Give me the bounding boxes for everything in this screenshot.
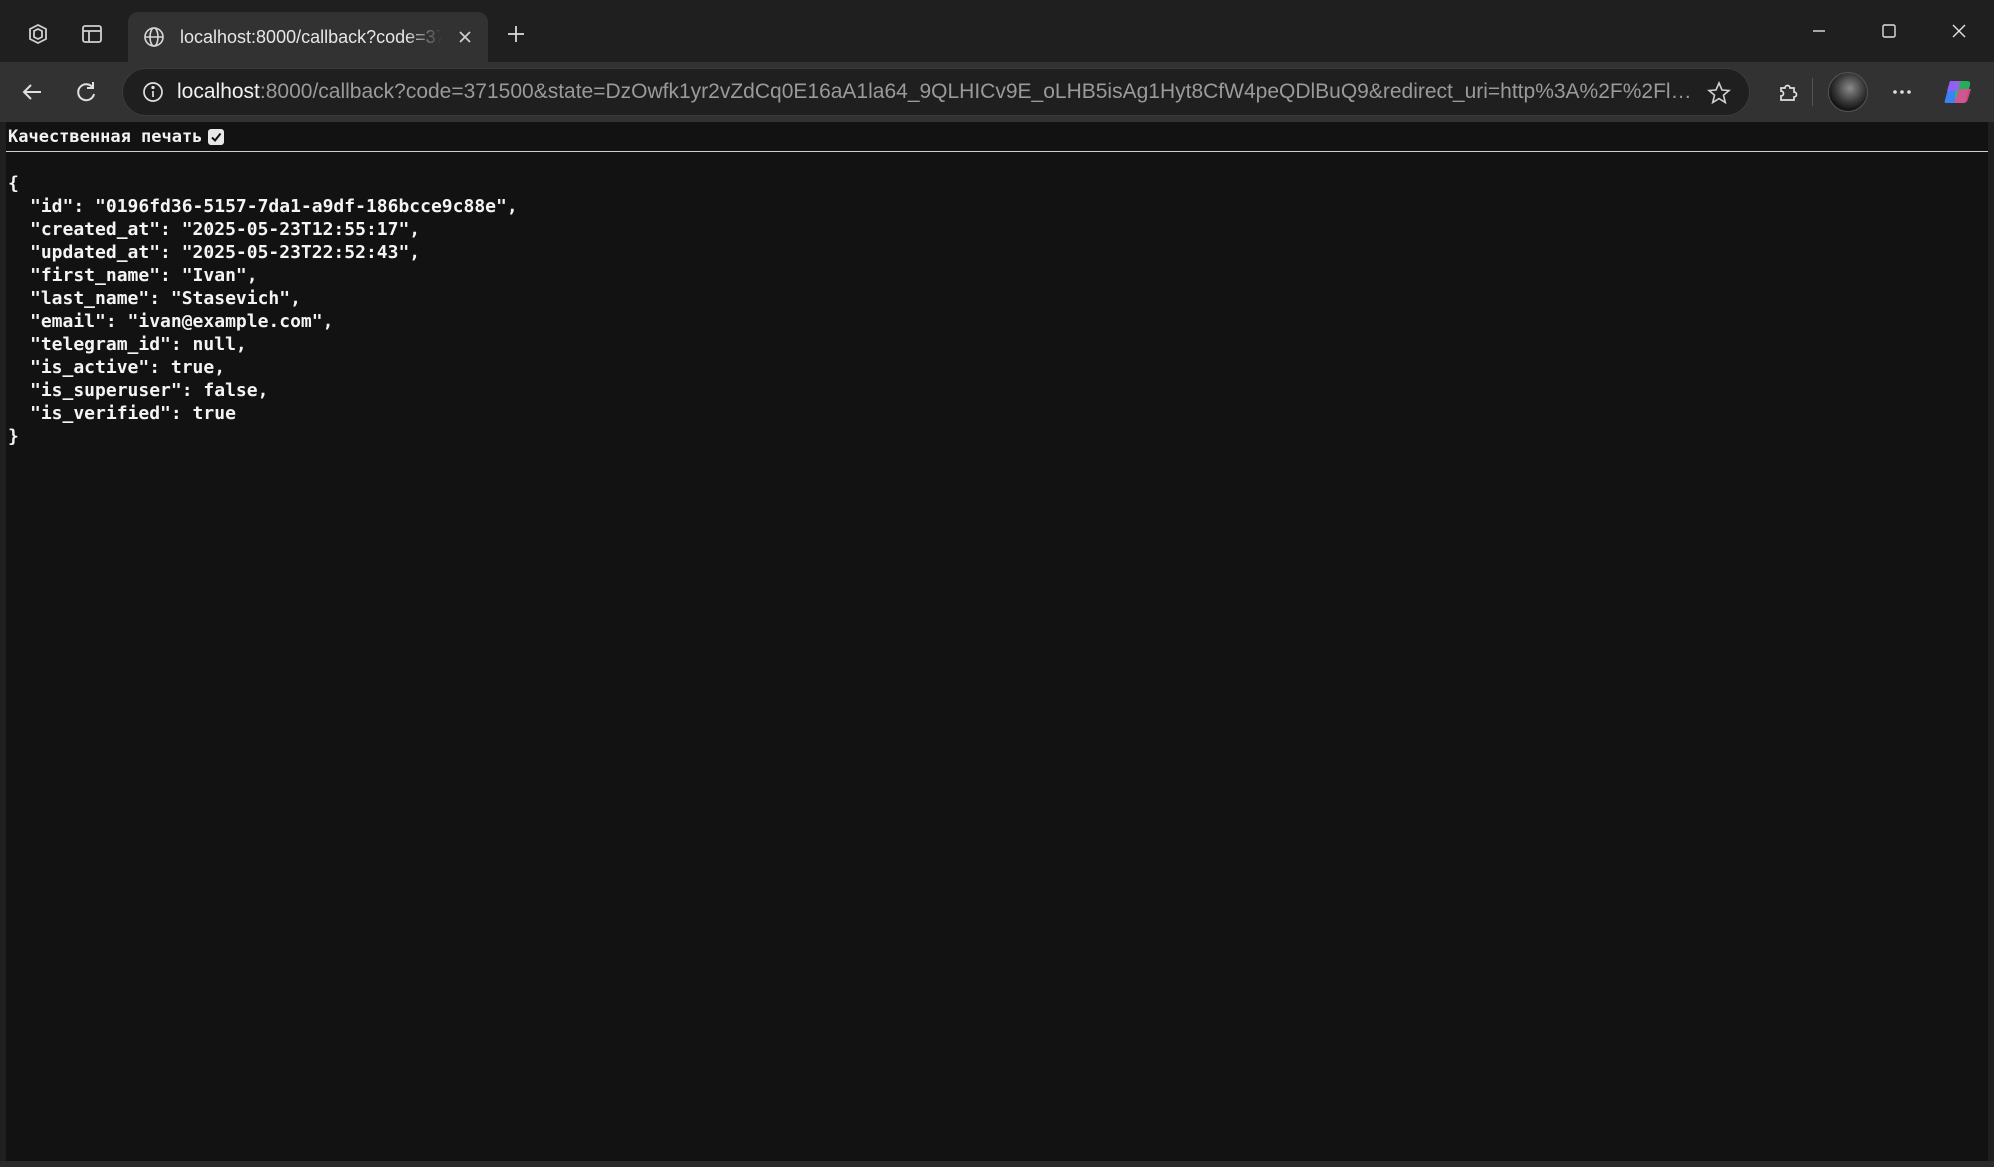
tab-strip: localhost:8000/callback?code=371500&stat…: [0, 0, 1994, 62]
back-button[interactable]: [10, 70, 54, 114]
more-icon: [1893, 90, 1911, 94]
url-text[interactable]: localhost:8000/callback?code=371500&stat…: [177, 80, 1697, 104]
json-line: "first_name": "Ivan",: [30, 265, 258, 286]
pretty-print-checkbox[interactable]: [208, 128, 225, 145]
json-line: "id": "0196fd36-5157-7da1-a9df-186bcce9c…: [30, 196, 518, 217]
url-host: localhost: [177, 80, 260, 103]
tab-actions-icon[interactable]: [70, 14, 114, 54]
reload-icon: [77, 82, 95, 102]
json-line: "is_verified": true: [30, 403, 236, 424]
navigation-toolbar: localhost:8000/callback?code=371500&stat…: [0, 62, 1994, 122]
profile-avatar[interactable]: [1828, 72, 1868, 112]
reload-button[interactable]: [64, 70, 108, 114]
maximize-icon: [1882, 24, 1896, 38]
globe-icon: [140, 23, 168, 51]
close-icon[interactable]: [452, 24, 478, 50]
pretty-print-bar: Качественная печать: [6, 122, 1988, 152]
json-line: "last_name": "Stasevich",: [30, 288, 301, 309]
json-line: "is_superuser": false,: [30, 380, 269, 401]
close-icon: [1952, 24, 1966, 38]
active-tab[interactable]: localhost:8000/callback?code=371500&stat…: [128, 12, 488, 62]
json-line: "updated_at": "2025-05-23T22:52:43",: [30, 242, 421, 263]
more-menu-button[interactable]: [1880, 70, 1924, 114]
json-line: "is_active": true,: [30, 357, 226, 378]
copilot-icon: [1944, 81, 1971, 103]
json-close-brace: }: [8, 426, 19, 447]
json-line: "telegram_id": null,: [30, 334, 247, 355]
page-content: Качественная печать { "id": "0196fd36-515…: [6, 122, 1988, 1161]
address-bar[interactable]: localhost:8000/callback?code=371500&stat…: [122, 68, 1750, 116]
star-icon[interactable]: [1697, 71, 1741, 115]
workspaces-icon[interactable]: [16, 14, 60, 54]
arrow-left-icon: [22, 84, 41, 100]
tab-title: localhost:8000/callback?code=371500&stat…: [180, 26, 442, 47]
plus-icon: [508, 26, 524, 42]
url-path: :8000/callback?code=371500&state=DzOwfk1…: [259, 80, 1697, 103]
info-icon[interactable]: [131, 70, 175, 114]
toolbar-divider: [1812, 78, 1813, 106]
json-line: "created_at": "2025-05-23T12:55:17",: [30, 219, 421, 240]
browser-window: localhost:8000/callback?code=371500&stat…: [0, 0, 1994, 1167]
window-bottom-edge: [0, 1161, 1994, 1167]
copilot-button[interactable]: [1936, 70, 1980, 114]
json-viewer: { "id": "0196fd36-5157-7da1-a9df-186bcce9…: [8, 172, 518, 448]
json-line: "email": "ivan@example.com",: [30, 311, 334, 332]
new-tab-button[interactable]: [494, 14, 538, 54]
pretty-print-label: Качественная печать: [8, 126, 203, 147]
checkmark-icon: [211, 132, 222, 142]
puzzle-icon: [1780, 84, 1798, 101]
extensions-button[interactable]: [1766, 70, 1810, 114]
minimize-icon: [1813, 30, 1825, 32]
maximize-button[interactable]: [1854, 0, 1924, 62]
close-window-button[interactable]: [1924, 0, 1994, 62]
json-open-brace: {: [8, 173, 19, 194]
minimize-button[interactable]: [1784, 0, 1854, 62]
